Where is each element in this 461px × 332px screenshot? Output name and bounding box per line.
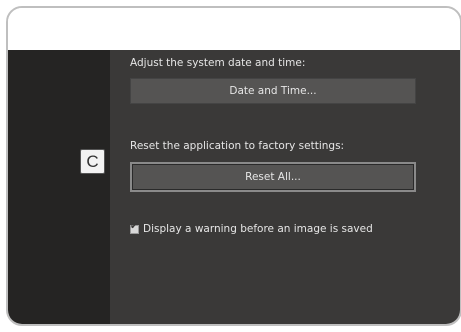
settings-panel: Adjust the system date and time: Date an… — [110, 50, 460, 324]
callout-marker: C — [80, 149, 105, 174]
save-warning-checkbox[interactable]: ✔ — [130, 220, 139, 234]
sidebar — [8, 50, 110, 324]
save-warning-option[interactable]: ✔ Display a warning before an image is s… — [130, 220, 373, 235]
checkmark-icon: ✔ — [130, 220, 139, 232]
date-time-label: Adjust the system date and time: — [130, 57, 306, 69]
reset-label: Reset the application to factory setting… — [130, 140, 345, 152]
reset-all-button[interactable]: Reset All... — [130, 162, 416, 192]
save-warning-label: Display a warning before an image is sav… — [143, 223, 373, 235]
date-time-button[interactable]: Date and Time... — [130, 78, 416, 104]
window-top-area — [8, 8, 460, 50]
window-frame: Adjust the system date and time: Date an… — [6, 6, 461, 326]
